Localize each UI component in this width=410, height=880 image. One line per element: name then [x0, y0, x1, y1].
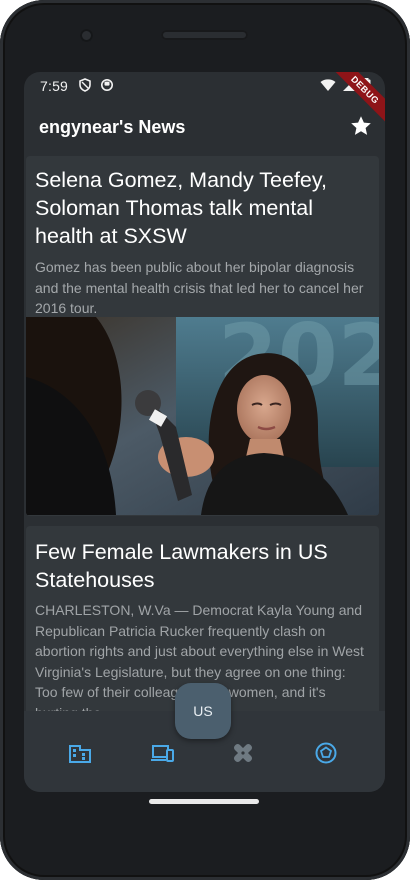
- app-bar: engynear's News: [24, 100, 385, 156]
- phone-frame: 7:59 DEBUG engynear's News Selena Gomez,…: [0, 0, 410, 880]
- article-headline: Selena Gomez, Mandy Teefey, Soloman Thom…: [35, 168, 328, 248]
- app-screen: 7:59 DEBUG engynear's News Selena Gomez,…: [24, 72, 385, 792]
- devices-icon[interactable]: [150, 741, 174, 765]
- article-card[interactable]: Selena Gomez, Mandy Teefey, Soloman Thom…: [26, 156, 379, 516]
- sync-icon: [101, 79, 113, 91]
- earpiece-speaker: [161, 30, 248, 40]
- home-indicator[interactable]: [149, 799, 259, 804]
- health-icon[interactable]: [231, 741, 255, 765]
- news-feed[interactable]: Selena Gomez, Mandy Teefey, Soloman Thom…: [24, 156, 385, 711]
- sports-icon[interactable]: [314, 741, 338, 765]
- wifi-icon: [320, 79, 336, 91]
- article-headline: Few Female Lawmakers in US Statehouses: [35, 540, 328, 592]
- front-camera: [80, 29, 93, 42]
- country-fab-button[interactable]: US: [175, 683, 231, 739]
- status-bar: 7:59: [24, 72, 385, 100]
- article-description: Gomez has been public about her bipolar …: [35, 259, 364, 316]
- business-icon[interactable]: [68, 741, 92, 765]
- shield-icon: [79, 78, 91, 92]
- status-time: 7:59: [40, 78, 69, 94]
- article-image: 2024: [26, 317, 379, 515]
- app-title: engynear's News: [39, 117, 186, 137]
- star-icon[interactable]: [349, 114, 373, 138]
